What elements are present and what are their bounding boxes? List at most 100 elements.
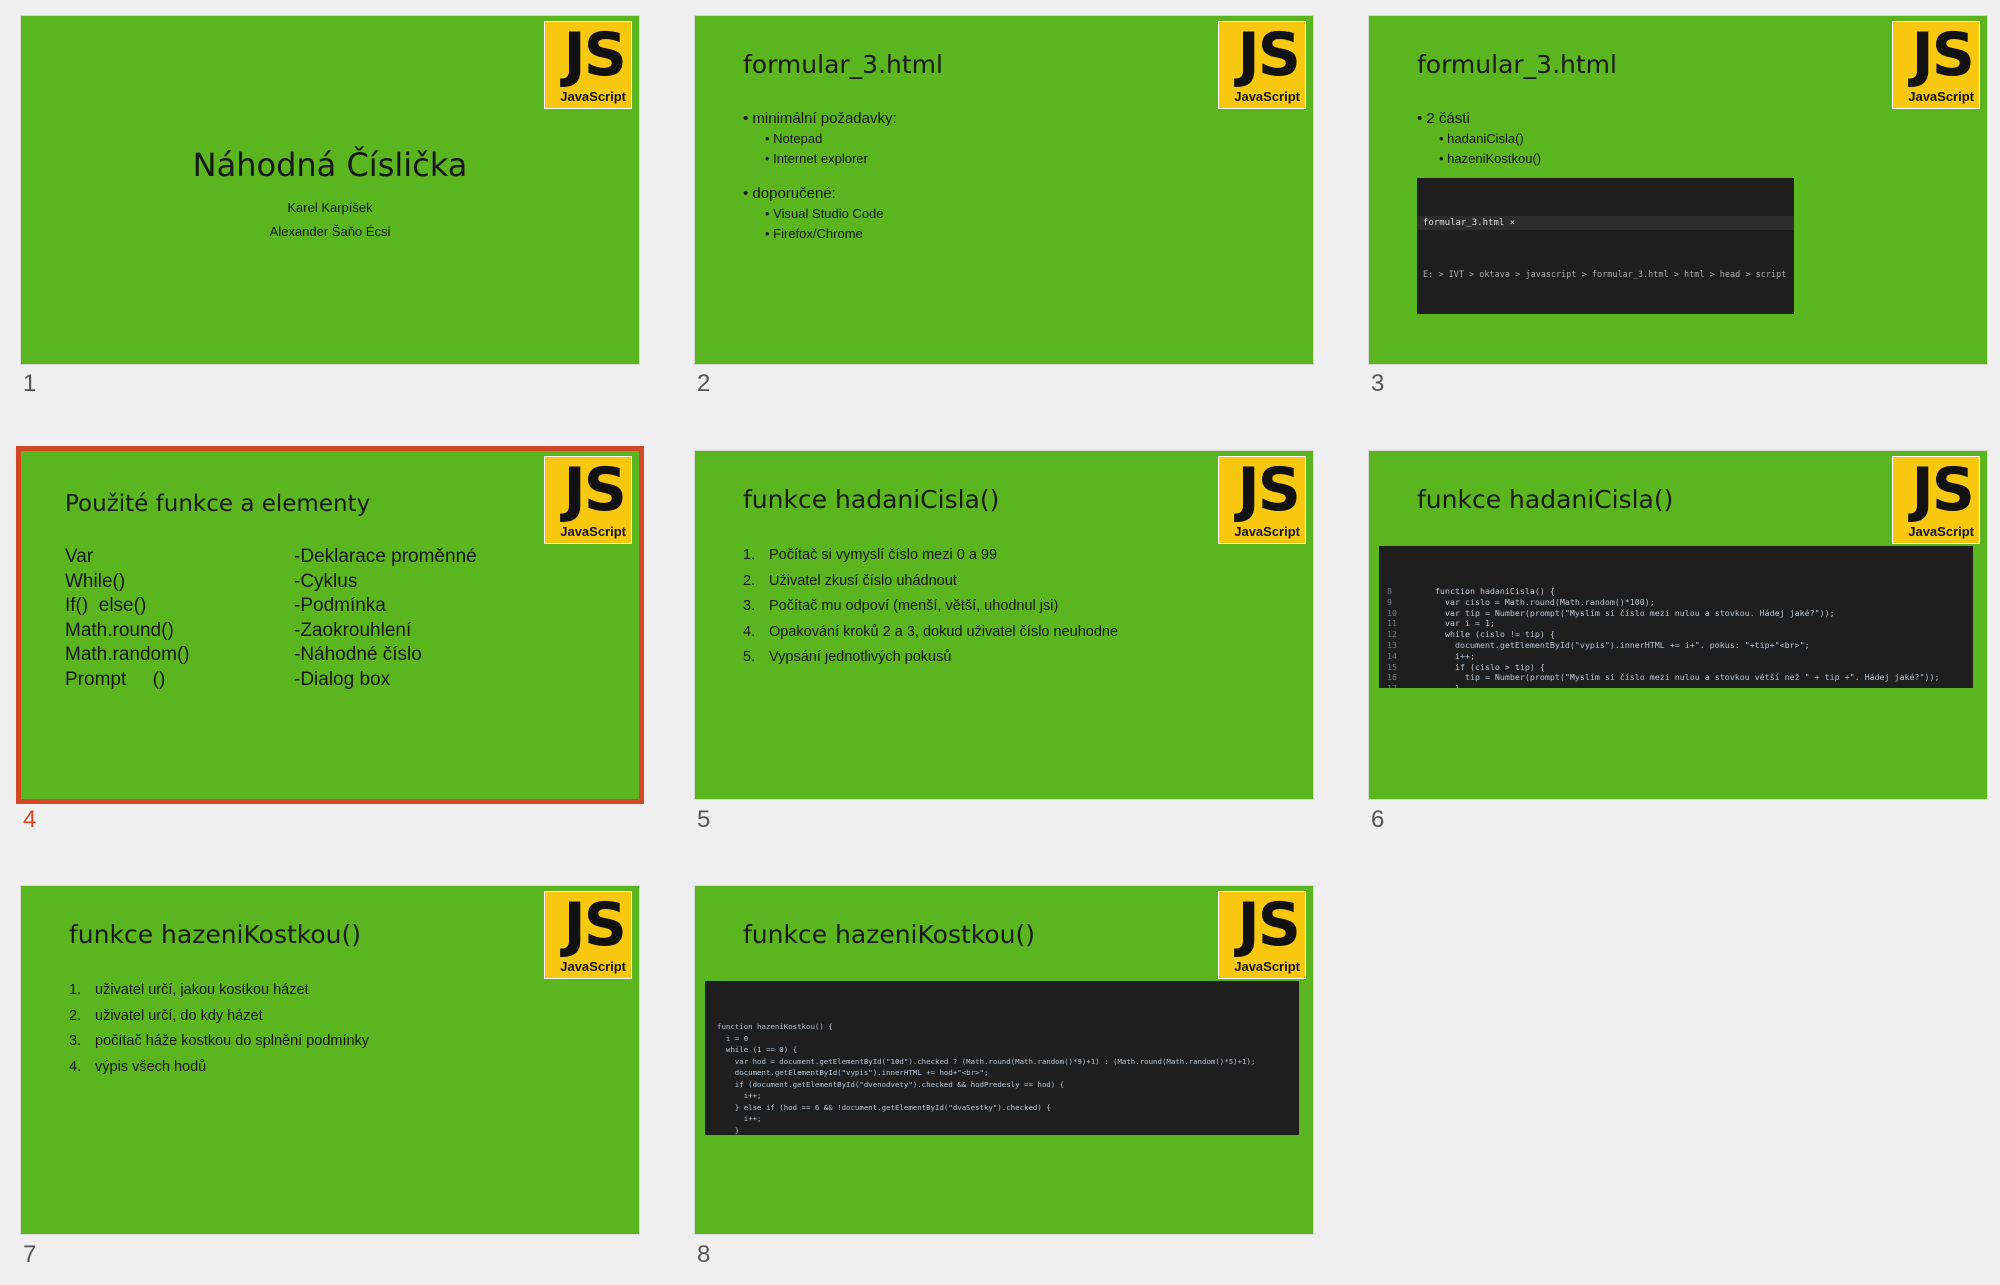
slide-number: 1 [23,370,37,397]
code-text: } [717,1125,740,1135]
code-line: document.getElementById("vypis").innerHT… [717,1067,1299,1079]
slide-title: formular_3.html [743,50,943,79]
code-line: 14 i++; [1387,651,1973,662]
slide-title: Náhodná Číslička [192,146,468,184]
code-line: 13 document.getElementById("vypis").inne… [1387,640,1973,651]
code-line: } else if (hod == 6 && !document.getElem… [717,1102,1299,1114]
code-line: function hazeniKostkou() { [717,1021,1299,1033]
list-item: 1. Počítač si vymyslí číslo mezi 0 a 99 [743,547,998,563]
line-number: 17 [1387,683,1425,688]
line-number: 16 [1387,672,1397,683]
slide-3: JSJavaScript formular_3.html 2 části had… [1369,16,1987,364]
code-text: function hazeniKostkou() { [717,1022,833,1031]
function-name: While() [65,570,126,592]
code-text: tip = Number(prompt("Myslím si číslo mez… [1425,672,1940,683]
slide-2: JSJavaScript formular_3.html minimální p… [695,16,1313,364]
function-name: Math.round() [65,619,174,641]
slide-5: JS JavaScript funkce hadaniCisla() 1. Počí… [695,451,1313,799]
code-text: var hod = document.getElementById("10d")… [717,1056,1256,1066]
code-line: 11 var i = 1; [1387,618,1973,629]
javascript-logo-icon: JS JavaScript [544,21,632,109]
slide-1: JS JavaScript Náhodná Číslička Karel Karp… [21,16,639,364]
function-name: If() else() [65,595,147,616]
bullet-list: minimální požadavky: Notepad Internet ex… [743,110,897,244]
line-number: 15 [1387,661,1397,672]
sub-bullet-item: hazeniKostkou() [1439,149,1541,169]
code-line: 15 if (cislo > tip) { [1387,662,1973,673]
bullet-item: doporučené: [743,185,836,202]
slide-thumbnail-8[interactable]: JS JavaScript funkce hazeniKostkou() func… [694,885,1314,1235]
list-item: 2. Uživatel zkusí číslo uhádnout [743,572,957,589]
list-item: 5. Vypsání jednotlivých pokusů [743,649,952,665]
sub-bullet-item: Internet explorer [765,149,897,169]
slide-number: 6 [1371,806,1385,833]
function-description: -Deklarace proměnné [294,546,477,567]
sub-bullet-item: Notepad [765,129,897,149]
code-line: 17 } [1387,683,1973,688]
javascript-logo-icon: JS JavaScript [544,891,632,979]
slide-6: JS JavaScript funkce hadaniCisla() 8 func… [1369,451,1987,799]
javascript-logo-icon: JS JavaScript [1218,456,1306,544]
description-list: -Deklarace proměnné -Cyklus -Podmínka -Zaok… [294,545,477,692]
slide-thumbnail-7[interactable]: JS JavaScript funkce hazeniKostkou() 1. už… [20,885,640,1235]
function-description: -Zaokrouhlení [294,619,412,641]
line-number: 10 [1387,607,1397,618]
editor-tab: formular_3.html × [1417,216,1794,230]
function-description: -Podmínka [294,595,386,616]
slide-thumbnail-6[interactable]: JS JavaScript funkce hadaniCisla() 8 func… [1368,450,1988,800]
slide-number: 7 [23,1241,37,1268]
numbered-list: 1. Počítač si vymyslí číslo mezi 0 a 99 2.… [743,543,1118,671]
code-line: while (1 == 0) { [717,1044,1299,1056]
breadcrumb: E: > IVT > oktava > javascript > formula… [1423,270,1787,280]
list-item: 3. počítač háže kostkou do splnění podmín… [69,1033,370,1049]
javascript-logo-icon: JS JavaScript [1892,456,1980,544]
code-screenshot: formular_3.html × E: > IVT > oktava > ja… [1417,178,1794,314]
line-number: 14 [1387,650,1397,661]
list-item: 2. uživatel určí, do kdy házet [69,1007,263,1024]
sub-bullet-item: Visual Studio Code [765,204,897,224]
slide-title: formular_3.html [1417,50,1617,79]
code-line: 10 var tip = Number(prompt("Myslím si čí… [1387,608,1973,619]
javascript-logo-icon: JS JavaScript [1892,21,1980,109]
slide-number: 2 [697,370,711,397]
slide-number: 5 [697,806,711,833]
function-name: Math.random() [65,644,190,665]
function-description: -Cyklus [294,570,358,592]
code-text: function hadaniCisla() { [1425,586,1555,596]
code-text: i = 0 [717,1033,749,1043]
sub-bullet-item: Firefox/Chrome [765,224,897,244]
slide-thumbnail-5[interactable]: JS JavaScript funkce hadaniCisla() 1. Počí… [694,450,1314,800]
code-text: if (document.getElementById("dvenodvety"… [717,1079,1065,1089]
code-text: i++; [717,1091,762,1100]
function-description: -Dialog box [294,668,391,690]
code-text: } [1425,683,1460,688]
code-text: } else if (hod == 6 && !document.getElem… [717,1102,1051,1112]
slide-title: funkce hazeniKostkou() [69,920,362,949]
slide-number: 3 [1371,370,1385,397]
code-text: document.getElementById("vypis").innerHT… [1425,639,1810,650]
slide-thumbnail-4[interactable]: JS JavaScript Použité funkce a elementy V… [16,446,644,804]
list-item: 3. Počítač mu odpoví (menší, větší, uhodn… [743,598,1059,614]
javascript-logo-icon: JS JavaScript [1218,891,1306,979]
code-line: 9 var cislo = Math.round(Math.random()*1… [1387,597,1973,608]
code-line: var hod = document.getElementById("10d")… [717,1056,1299,1068]
line-number: 11 [1387,618,1397,629]
code-screenshot: 8 function hadaniCisla() {9 var cislo = … [1379,546,1973,688]
line-number: 9 [1387,596,1392,607]
slide-8: JS JavaScript funkce hazeniKostkou() func… [695,886,1313,1234]
code-line: i++; [717,1113,1299,1125]
bullet-item: minimální požadavky: [743,110,897,127]
code-text: var cislo = Math.round(Math.random()*100… [1425,596,1655,607]
slide-thumbnail-2[interactable]: JSJavaScript formular_3.html minimální p… [694,15,1314,365]
author-name: Alexander Šaňo Écsi [269,224,391,239]
slide-4: JS JavaScript Použité funkce a elementy V… [21,451,639,799]
function-name: Prompt () [65,668,166,690]
code-line: if (document.getElementById("dvenodvety"… [717,1079,1299,1091]
numbered-list: 1. uživatel určí, jakou kostkou házet 2. už… [69,978,369,1080]
slide-title: Použité funkce a elementy [65,491,371,517]
slide-thumbnail-3[interactable]: JSJavaScript formular_3.html 2 části had… [1368,15,1988,365]
slide-title: funkce hadaniCisla() [1417,485,1674,514]
list-item: 1. uživatel určí, jakou kostkou házet [69,982,309,998]
slide-thumbnail-1[interactable]: JS JavaScript Náhodná Číslička Karel Karp… [20,15,640,365]
code-line: 16 tip = Number(prompt("Myslím si číslo … [1387,672,1973,683]
